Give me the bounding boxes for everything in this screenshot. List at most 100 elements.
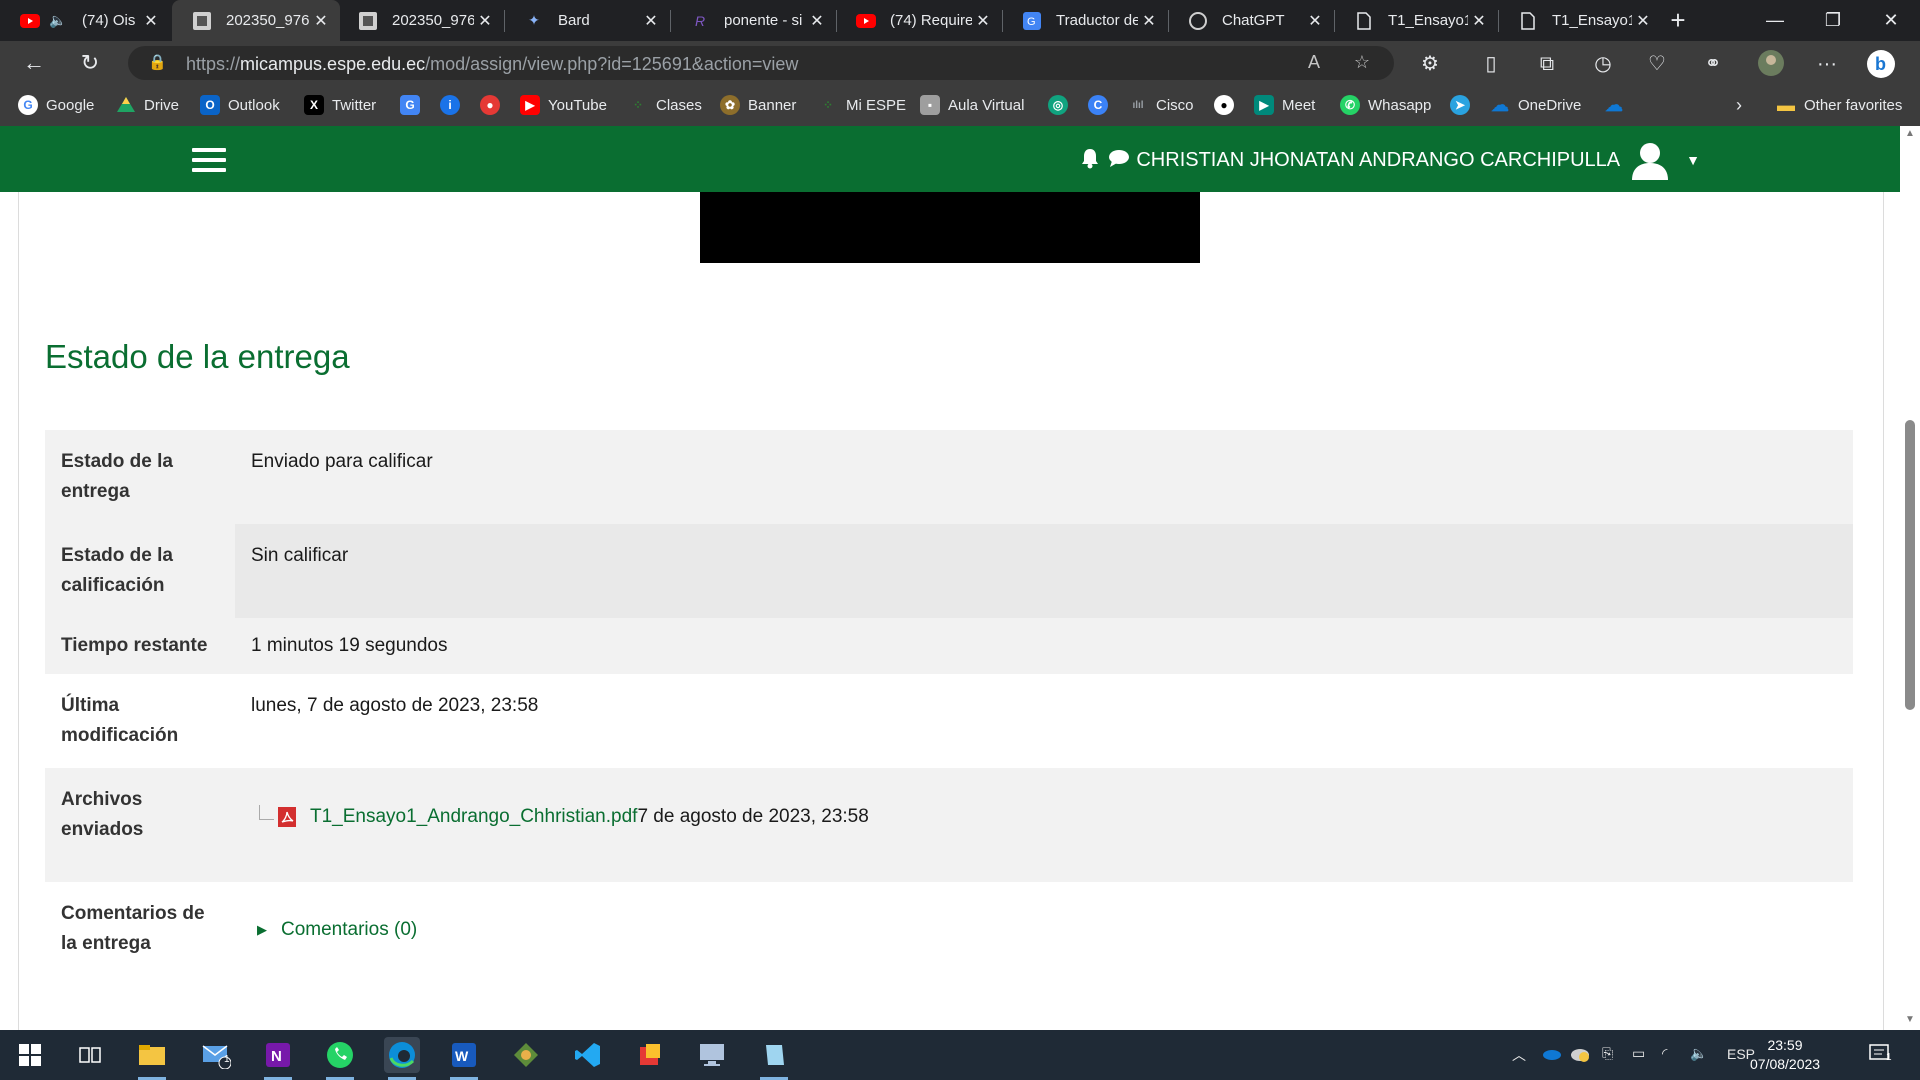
bookmark-clases[interactable]: ⁘ Clases <box>628 94 702 116</box>
bookmark-youtube[interactable]: ▶ YouTube <box>520 94 607 116</box>
caret-right-icon[interactable]: ▶ <box>257 915 267 945</box>
tab-bard[interactable]: ✦ Bard ✕ <box>504 0 670 41</box>
tab-document-2[interactable]: T1_Ensayo1_ ✕ <box>1498 0 1662 41</box>
minimize-button[interactable]: — <box>1746 0 1804 41</box>
tab-moodle-active[interactable]: 202350_976 ✕ <box>172 0 340 41</box>
more-menu-icon[interactable]: ··· <box>1812 49 1842 79</box>
bookmark-chatgpt[interactable]: ◎ <box>1048 94 1076 116</box>
tab-moodle-2[interactable]: 202350_976 ✕ <box>338 0 504 41</box>
bookmark-c[interactable]: C <box>1088 94 1116 116</box>
volume-icon[interactable]: 🔈 <box>1690 1045 1707 1065</box>
onedrive-tray-icon[interactable] <box>1540 1045 1562 1065</box>
notification-icon[interactable]: 1 <box>1868 1042 1894 1063</box>
file-explorer-icon[interactable] <box>134 1037 170 1080</box>
usb-tray-icon[interactable]: ⎘ <box>1602 1045 1613 1065</box>
avatar[interactable] <box>1628 138 1672 182</box>
tab-ponente[interactable]: R ponente - si ✕ <box>670 0 836 41</box>
paint-icon[interactable] <box>632 1037 668 1073</box>
read-aloud-icon[interactable]: A <box>1302 52 1326 76</box>
bookmark-aula-virtual[interactable]: ▪ Aula Virtual <box>920 94 1024 116</box>
mail-icon[interactable]: 1 <box>198 1037 234 1073</box>
address-bar[interactable]: 🔒 https://micampus.espe.edu.ec/mod/assig… <box>128 46 1394 80</box>
comments-link[interactable]: Comentarios (0) <box>281 915 417 945</box>
close-tab-icon[interactable]: ✕ <box>806 11 828 31</box>
url-text[interactable]: https://micampus.espe.edu.ec/mod/assign/… <box>186 54 798 75</box>
chat-icon[interactable] <box>1108 148 1130 173</box>
clock[interactable]: 23:59 07/08/2023 <box>1750 1036 1820 1074</box>
bookmark-google[interactable]: G Google <box>18 94 94 116</box>
remote-desktop-icon[interactable] <box>694 1037 730 1073</box>
chevron-down-icon[interactable]: ▼ <box>1686 152 1700 168</box>
share-icon[interactable]: ⚭ <box>1698 49 1728 79</box>
word-icon[interactable]: W <box>446 1037 482 1080</box>
bookmark-meet[interactable]: ▶ Meet <box>1254 94 1315 116</box>
tab-youtube-2[interactable]: (74) Requirer ✕ <box>836 0 1002 41</box>
bookmark-drive[interactable]: Drive <box>116 94 179 116</box>
close-tab-icon[interactable]: ✕ <box>1138 11 1160 31</box>
restore-button[interactable]: ❐ <box>1804 0 1862 41</box>
bookmark-outlook[interactable]: O Outlook <box>200 94 280 116</box>
warning-tray-icon[interactable] <box>1570 1045 1590 1065</box>
hamburger-menu-icon[interactable] <box>192 148 226 172</box>
app-icon[interactable] <box>508 1037 544 1073</box>
task-view-icon[interactable] <box>72 1037 108 1073</box>
bookmark-whatsapp[interactable]: ✆ Whasapp <box>1340 94 1431 116</box>
reload-button[interactable]: ↻ <box>74 47 106 79</box>
tab-youtube-1[interactable]: 🔈 (74) Ois ✕ <box>0 0 170 41</box>
tab-translator[interactable]: G Traductor de ✕ <box>1002 0 1168 41</box>
performance-icon[interactable]: ♡ <box>1642 49 1672 79</box>
bookmark-twitter[interactable]: X Twitter <box>304 94 376 116</box>
close-tab-icon[interactable]: ✕ <box>140 11 162 31</box>
close-window-button[interactable]: ✕ <box>1862 0 1920 41</box>
bookmarks-overflow-chevron-icon[interactable]: › <box>1736 94 1742 116</box>
close-tab-icon[interactable]: ✕ <box>1304 11 1326 31</box>
bookmark-telegram[interactable]: ➤ <box>1450 94 1478 116</box>
whatsapp-icon[interactable] <box>322 1037 358 1080</box>
collections-icon[interactable]: ⧉ <box>1532 49 1562 79</box>
scroll-up-arrow-icon[interactable]: ▲ <box>1904 128 1916 139</box>
close-tab-icon[interactable]: ✕ <box>1468 11 1490 31</box>
page-scrollbar[interactable]: ▲ ▼ <box>1900 126 1920 1030</box>
bookmark-info[interactable]: i <box>440 94 468 116</box>
lock-icon[interactable]: 🔒 <box>148 53 168 73</box>
battery-icon[interactable]: ▭ <box>1632 1045 1645 1065</box>
new-tab-button[interactable]: + <box>1662 4 1694 36</box>
scrollbar-thumb[interactable] <box>1905 420 1915 710</box>
bookmark-mi-espe[interactable]: ⁘ Mi ESPE <box>818 94 906 116</box>
file-link[interactable]: T1_Ensayo1_Andrango_Chhristian.pdf <box>310 802 637 832</box>
bell-icon[interactable] <box>1080 147 1100 174</box>
bookmark-record[interactable]: ● <box>480 94 508 116</box>
chevron-up-icon[interactable]: ︿ <box>1512 1045 1526 1065</box>
bing-copilot-icon[interactable]: b <box>1866 49 1896 79</box>
close-tab-icon[interactable]: ✕ <box>474 11 496 31</box>
close-tab-icon[interactable]: ✕ <box>972 11 994 31</box>
windows-start-icon[interactable] <box>12 1037 48 1073</box>
bookmark-banner[interactable]: ✿ Banner <box>720 94 796 116</box>
user-name[interactable]: CHRISTIAN JHONATAN ANDRANGO CARCHIPULLA <box>1136 149 1620 172</box>
snipping-tool-icon[interactable] <box>756 1037 792 1080</box>
bookmark-cisco[interactable]: ılıl Cisco <box>1128 94 1193 116</box>
close-tab-icon[interactable]: ✕ <box>1632 11 1654 31</box>
tab-document-1[interactable]: T1_Ensayo1_ ✕ <box>1334 0 1498 41</box>
scroll-down-arrow-icon[interactable]: ▼ <box>1904 1014 1916 1025</box>
profile-avatar[interactable] <box>1756 49 1786 79</box>
bookmark-onedrive-2[interactable]: ☁ <box>1604 94 1632 116</box>
extensions-icon[interactable]: ⚙ <box>1415 49 1445 79</box>
favorite-star-icon[interactable]: ☆ <box>1350 52 1374 76</box>
split-screen-icon[interactable]: ▯ <box>1476 49 1506 79</box>
comments-toggle[interactable]: ▶ Comentarios (0) <box>251 915 1837 945</box>
bookmark-github[interactable]: ● <box>1214 94 1242 116</box>
bookmark-onedrive[interactable]: ☁ OneDrive <box>1490 94 1581 116</box>
onenote-icon[interactable]: N <box>260 1037 296 1080</box>
vscode-icon[interactable] <box>570 1037 606 1073</box>
close-tab-icon[interactable]: ✕ <box>640 11 662 31</box>
back-button[interactable]: ← <box>18 47 50 79</box>
edge-icon[interactable] <box>384 1037 420 1080</box>
tab-chatgpt[interactable]: ChatGPT ✕ <box>1168 0 1334 41</box>
speaker-icon[interactable]: 🔈 <box>48 11 68 31</box>
history-icon[interactable]: ◷ <box>1588 49 1618 79</box>
user-menu[interactable]: CHRISTIAN JHONATAN ANDRANGO CARCHIPULLA … <box>1080 140 1700 180</box>
other-favorites[interactable]: ▬ Other favorites <box>1776 94 1902 116</box>
bookmark-translate[interactable]: G <box>400 94 428 116</box>
wifi-icon[interactable]: ◜ <box>1662 1045 1667 1065</box>
